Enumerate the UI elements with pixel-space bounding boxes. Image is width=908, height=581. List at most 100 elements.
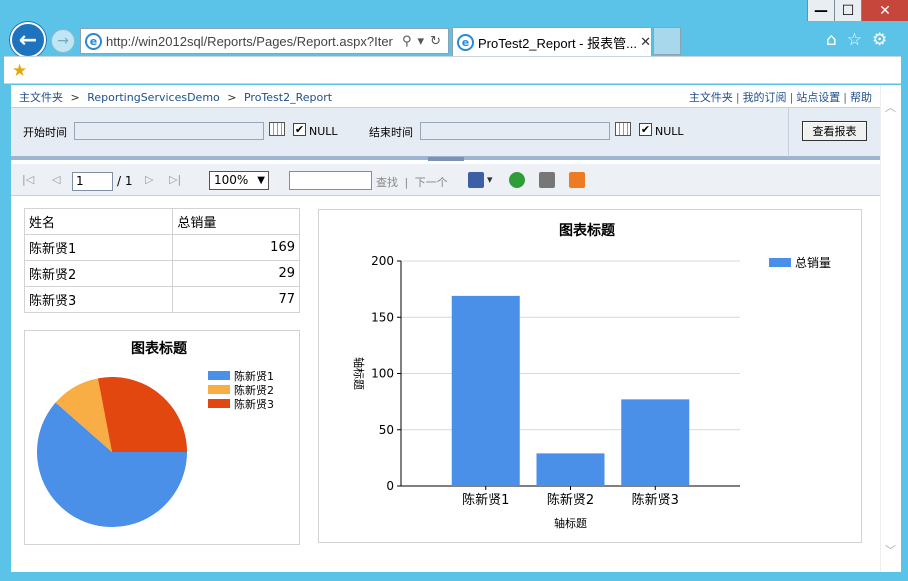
nav-site-settings[interactable]: 站点设置: [796, 91, 840, 104]
breadcrumb-sep: >: [70, 91, 80, 104]
legend-swatch: [769, 258, 791, 267]
y-tick-label: 50: [379, 423, 394, 437]
export-save-icon[interactable]: [468, 172, 484, 188]
end-time-input[interactable]: [420, 122, 610, 140]
legend-swatch: [208, 371, 230, 380]
y-tick-label: 0: [386, 479, 394, 493]
nav-sep: |: [735, 91, 740, 104]
y-tick-label: 200: [371, 254, 394, 268]
minimize-button[interactable]: —: [807, 0, 834, 21]
collapse-params-handle[interactable]: [428, 157, 464, 161]
find-sep: |: [404, 176, 409, 189]
table-header-row: 姓名 总销量: [23, 208, 300, 235]
ie-logo-icon: e: [457, 33, 474, 51]
parameter-panel: 开始时间 ✔ NULL 结束时间 ✔ NULL 查看报表: [11, 107, 880, 161]
y-tick-label: 150: [371, 310, 394, 324]
forward-arrow-icon[interactable]: →: [51, 29, 75, 53]
end-time-label: 结束时间: [369, 126, 413, 139]
find-input[interactable]: [289, 171, 372, 190]
row-name: 陈新贤1: [23, 234, 174, 261]
pie-chart-svg: 陈新贤1陈新贤2陈新贤3: [37, 369, 274, 527]
end-null-checkbox[interactable]: ✔: [639, 123, 652, 136]
tab-close-icon[interactable]: ✕: [640, 35, 651, 50]
ie-logo-icon: e: [85, 32, 102, 50]
scroll-down-icon[interactable]: ﹀: [885, 542, 896, 558]
first-page-icon[interactable]: |◁: [22, 173, 34, 186]
dropdown-icon[interactable]: ▾: [418, 34, 425, 49]
bar: [621, 399, 690, 486]
calendar-icon[interactable]: [615, 122, 631, 136]
settings-gear-icon[interactable]: ⚙: [872, 30, 887, 50]
pie-slice: [97, 377, 187, 452]
pie-chart: 图表标题 陈新贤1 陈新贤2 陈新贤3: [24, 330, 300, 545]
bar-chart-svg: 050100150200陈新贤1 陈新贤2 陈新贤3轴标题轴标题总销量: [352, 254, 831, 530]
maximize-button[interactable]: ☐: [834, 0, 861, 21]
breadcrumb-home[interactable]: 主文件夹: [19, 91, 63, 104]
legend-label: 总销量: [795, 256, 831, 270]
header-sales: 总销量: [172, 208, 300, 235]
nav-help[interactable]: 帮助: [850, 91, 872, 104]
row-value: 29: [172, 260, 300, 287]
tab-report[interactable]: e ProTest2_Report - 报表管... ✕: [452, 27, 652, 56]
browser-window: — ☐ ✕ ← → e http://win2012sql/Reports/Pa…: [0, 0, 908, 581]
report-viewer: 主文件夹 > ReportingServicesDemo > ProTest2_…: [11, 85, 880, 572]
scroll-up-icon[interactable]: ︿: [885, 99, 896, 115]
last-page-icon[interactable]: ▷|: [169, 173, 181, 186]
new-tab-button[interactable]: [653, 27, 681, 55]
zoom-select[interactable]: 100% ▼: [209, 171, 269, 190]
view-report-button[interactable]: 查看报表: [802, 121, 867, 141]
legend-label: 陈新贤3: [234, 397, 274, 411]
breadcrumb-sep: >: [227, 91, 237, 104]
zoom-value: 100%: [214, 173, 249, 187]
page-number-input[interactable]: 1: [72, 172, 113, 191]
calendar-icon[interactable]: [269, 122, 285, 136]
report-toolbar: |◁ ◁ 1 / 1 ▷ ▷| 100% ▼ 查找 | 下一个 ▾: [11, 164, 880, 196]
next-page-icon[interactable]: ▷: [145, 173, 153, 186]
y-tick-label: 100: [371, 367, 394, 381]
pie-chart-title: 图表标题: [131, 341, 187, 357]
address-text[interactable]: http://win2012sql/Reports/Pages/Report.a…: [106, 34, 398, 49]
print-icon[interactable]: [539, 172, 555, 188]
find-link[interactable]: 查找: [376, 176, 398, 189]
bar: [536, 453, 605, 486]
search-icon[interactable]: ⚲: [402, 34, 412, 49]
nav-subscriptions[interactable]: 我的订阅: [743, 91, 787, 104]
add-favorites-icon[interactable]: ★: [12, 61, 27, 81]
start-null-checkbox[interactable]: ✔: [293, 123, 306, 136]
find-next-link[interactable]: 下一个: [415, 176, 448, 189]
legend-label: 陈新贤1: [234, 369, 274, 383]
legend-swatch: [208, 399, 230, 408]
table-row: 陈新贤2 29: [23, 260, 300, 287]
row-value: 169: [172, 234, 300, 261]
y-axis-title: 轴标题: [352, 357, 366, 390]
x-axis-title: 轴标题: [554, 516, 587, 530]
favorites-star-icon[interactable]: ☆: [847, 30, 862, 50]
bar-chart-title: 图表标题: [559, 223, 615, 239]
breadcrumb-folder[interactable]: ReportingServicesDemo: [87, 91, 220, 104]
atom-feed-icon[interactable]: [569, 172, 585, 188]
start-null-label: NULL: [309, 125, 338, 138]
nav-home[interactable]: 主文件夹: [689, 91, 733, 104]
row-name: 陈新贤2: [23, 260, 174, 287]
refresh-report-icon[interactable]: [509, 172, 525, 188]
window-controls: — ☐ ✕: [807, 0, 908, 21]
row-name: 陈新贤3: [23, 286, 174, 313]
close-window-button[interactable]: ✕: [861, 0, 908, 21]
page-total: / 1: [117, 174, 133, 188]
row-value: 77: [172, 286, 300, 313]
breadcrumb-report[interactable]: ProTest2_Report: [244, 91, 332, 104]
prev-page-icon[interactable]: ◁: [52, 173, 60, 186]
vertical-scrollbar[interactable]: ︿ ﹀: [880, 85, 901, 572]
x-tick-label: 陈新贤2: [547, 492, 594, 508]
chevron-down-icon: ▼: [257, 175, 265, 186]
address-bar[interactable]: e http://win2012sql/Reports/Pages/Report…: [80, 28, 449, 54]
table-row: 陈新贤3 77: [23, 286, 300, 313]
back-arrow-icon[interactable]: ←: [10, 22, 46, 58]
refresh-icon[interactable]: ↻: [430, 34, 441, 49]
x-tick-label: 陈新贤3: [632, 492, 679, 508]
home-icon[interactable]: ⌂: [826, 30, 837, 50]
breadcrumb: 主文件夹 > ReportingServicesDemo > ProTest2_…: [19, 89, 332, 105]
export-dropdown-icon[interactable]: ▾: [487, 173, 493, 186]
start-time-input[interactable]: [74, 122, 264, 140]
tab-title: ProTest2_Report - 报表管...: [478, 35, 637, 51]
